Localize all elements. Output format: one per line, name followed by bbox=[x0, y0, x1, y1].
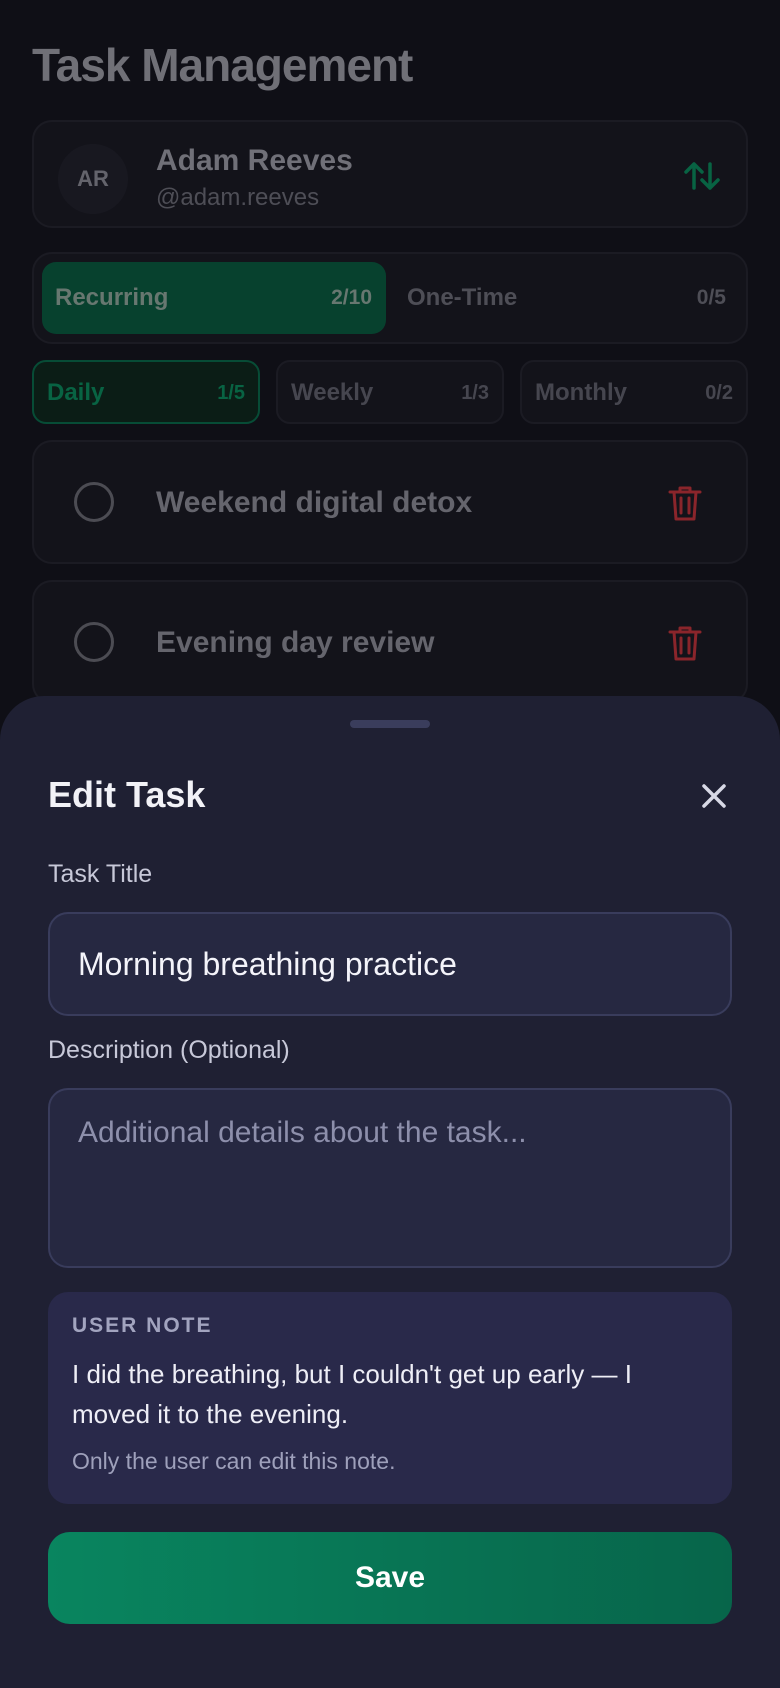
user-note-footer: Only the user can edit this note. bbox=[72, 1448, 396, 1474]
sheet-drag-handle[interactable] bbox=[350, 720, 430, 728]
task-title-input[interactable] bbox=[48, 912, 732, 1016]
edit-task-sheet: Edit Task Task Title Description (Option… bbox=[0, 696, 780, 1688]
user-note-text: I did the breathing, but I couldn't get … bbox=[72, 1359, 632, 1429]
user-note-heading: USER NOTE bbox=[72, 1314, 213, 1337]
description-label: Description (Optional) bbox=[48, 1036, 290, 1064]
user-note-card: USER NOTE I did the breathing, but I cou… bbox=[48, 1292, 732, 1504]
sheet-title: Edit Task bbox=[48, 774, 206, 815]
close-icon[interactable] bbox=[698, 780, 730, 812]
app-background: Task Management AR Adam Reeves @adam.ree… bbox=[0, 0, 780, 1688]
description-input[interactable] bbox=[48, 1088, 732, 1268]
task-title-label: Task Title bbox=[48, 860, 153, 888]
save-button[interactable]: Save bbox=[48, 1532, 732, 1624]
